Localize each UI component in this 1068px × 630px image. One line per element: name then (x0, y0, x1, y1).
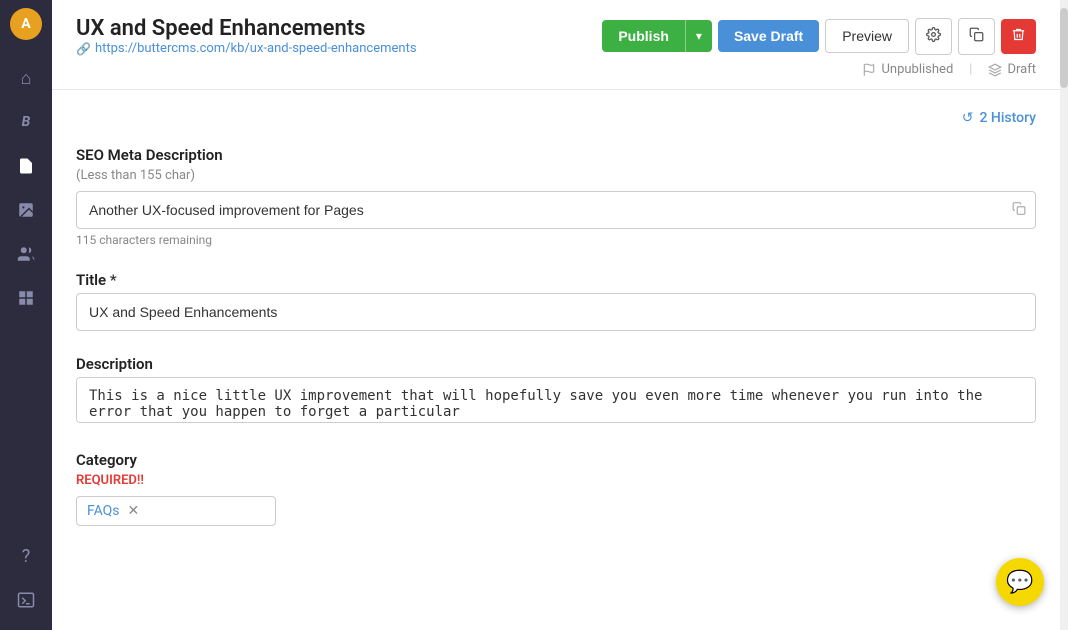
unpublished-label: Unpublished (881, 62, 953, 77)
status-divider: | (969, 62, 972, 77)
terminal-icon[interactable] (8, 582, 44, 618)
seo-hint: (Less than 155 char) (76, 168, 1036, 183)
category-remove-button[interactable]: ✕ (128, 503, 140, 519)
history-count-label: 2 History (979, 110, 1036, 126)
seo-clipboard-icon (1012, 201, 1026, 220)
settings-button[interactable] (915, 18, 952, 55)
title-section: Title * (76, 271, 1036, 331)
page-url-text: https://buttercms.com/kb/ux-and-speed-en… (95, 41, 417, 56)
seo-input-wrap (76, 191, 1036, 229)
history-link[interactable]: ↺ 2 History (962, 110, 1036, 126)
scrollbar-thumb[interactable] (1060, 8, 1068, 88)
avatar[interactable]: A (10, 8, 42, 40)
char-remaining: 115 characters remaining (76, 233, 1036, 247)
preview-button[interactable]: Preview (825, 19, 909, 53)
history-bar: ↺ 2 History (76, 110, 1036, 126)
draft-status: Draft (988, 62, 1036, 77)
page-header: UX and Speed Enhancements 🔗 https://butt… (52, 0, 1060, 90)
users-icon[interactable] (8, 236, 44, 272)
publish-button-group: Publish ▾ (602, 20, 712, 52)
category-label: Category (76, 451, 1036, 469)
draft-label: Draft (1007, 62, 1036, 77)
main-content: UX and Speed Enhancements 🔗 https://butt… (52, 0, 1060, 630)
page-url-link[interactable]: 🔗 https://buttercms.com/kb/ux-and-speed-… (76, 41, 417, 56)
link-icon: 🔗 (76, 42, 91, 56)
publish-dropdown-button[interactable]: ▾ (685, 20, 712, 52)
media-icon[interactable] (8, 192, 44, 228)
scrollbar-track[interactable] (1060, 0, 1068, 630)
history-icon: ↺ (962, 110, 974, 126)
help-icon[interactable]: ? (8, 538, 44, 574)
description-input[interactable]: This is a nice little UX improvement tha… (76, 377, 1036, 423)
description-label: Description (76, 355, 1036, 373)
seo-input[interactable] (76, 191, 1036, 229)
collections-icon[interactable] (8, 280, 44, 316)
title-input[interactable] (76, 293, 1036, 331)
delete-button[interactable] (1001, 19, 1036, 54)
save-draft-button[interactable]: Save Draft (718, 20, 819, 52)
status-bar: Unpublished | Draft (76, 62, 1036, 77)
home-icon[interactable]: ⌂ (8, 60, 44, 96)
header-actions: Publish ▾ Save Draft Preview (602, 18, 1036, 55)
description-section: Description This is a nice little UX imp… (76, 355, 1036, 427)
unpublished-status: Unpublished (862, 62, 953, 77)
blog-icon[interactable]: B (8, 104, 44, 140)
category-tag: FAQs (87, 503, 120, 519)
publish-button[interactable]: Publish (602, 20, 685, 52)
seo-section: SEO Meta Description (Less than 155 char… (76, 146, 1036, 247)
copy-button[interactable] (958, 18, 995, 55)
pages-icon[interactable] (8, 148, 44, 184)
sidebar: A ⌂ B ? (0, 0, 52, 630)
page-title: UX and Speed Enhancements (76, 16, 417, 41)
category-section: Category REQUIRED!! FAQs ✕ (76, 451, 1036, 526)
category-required: REQUIRED!! (76, 473, 1036, 488)
title-label: Title * (76, 271, 1036, 289)
chat-icon: 💬 (1006, 570, 1033, 595)
content-area: ↺ 2 History SEO Meta Description (Less t… (52, 90, 1060, 630)
category-input-wrap[interactable]: FAQs ✕ (76, 496, 276, 526)
chat-button[interactable]: 💬 (996, 558, 1044, 606)
seo-label: SEO Meta Description (76, 146, 1036, 164)
